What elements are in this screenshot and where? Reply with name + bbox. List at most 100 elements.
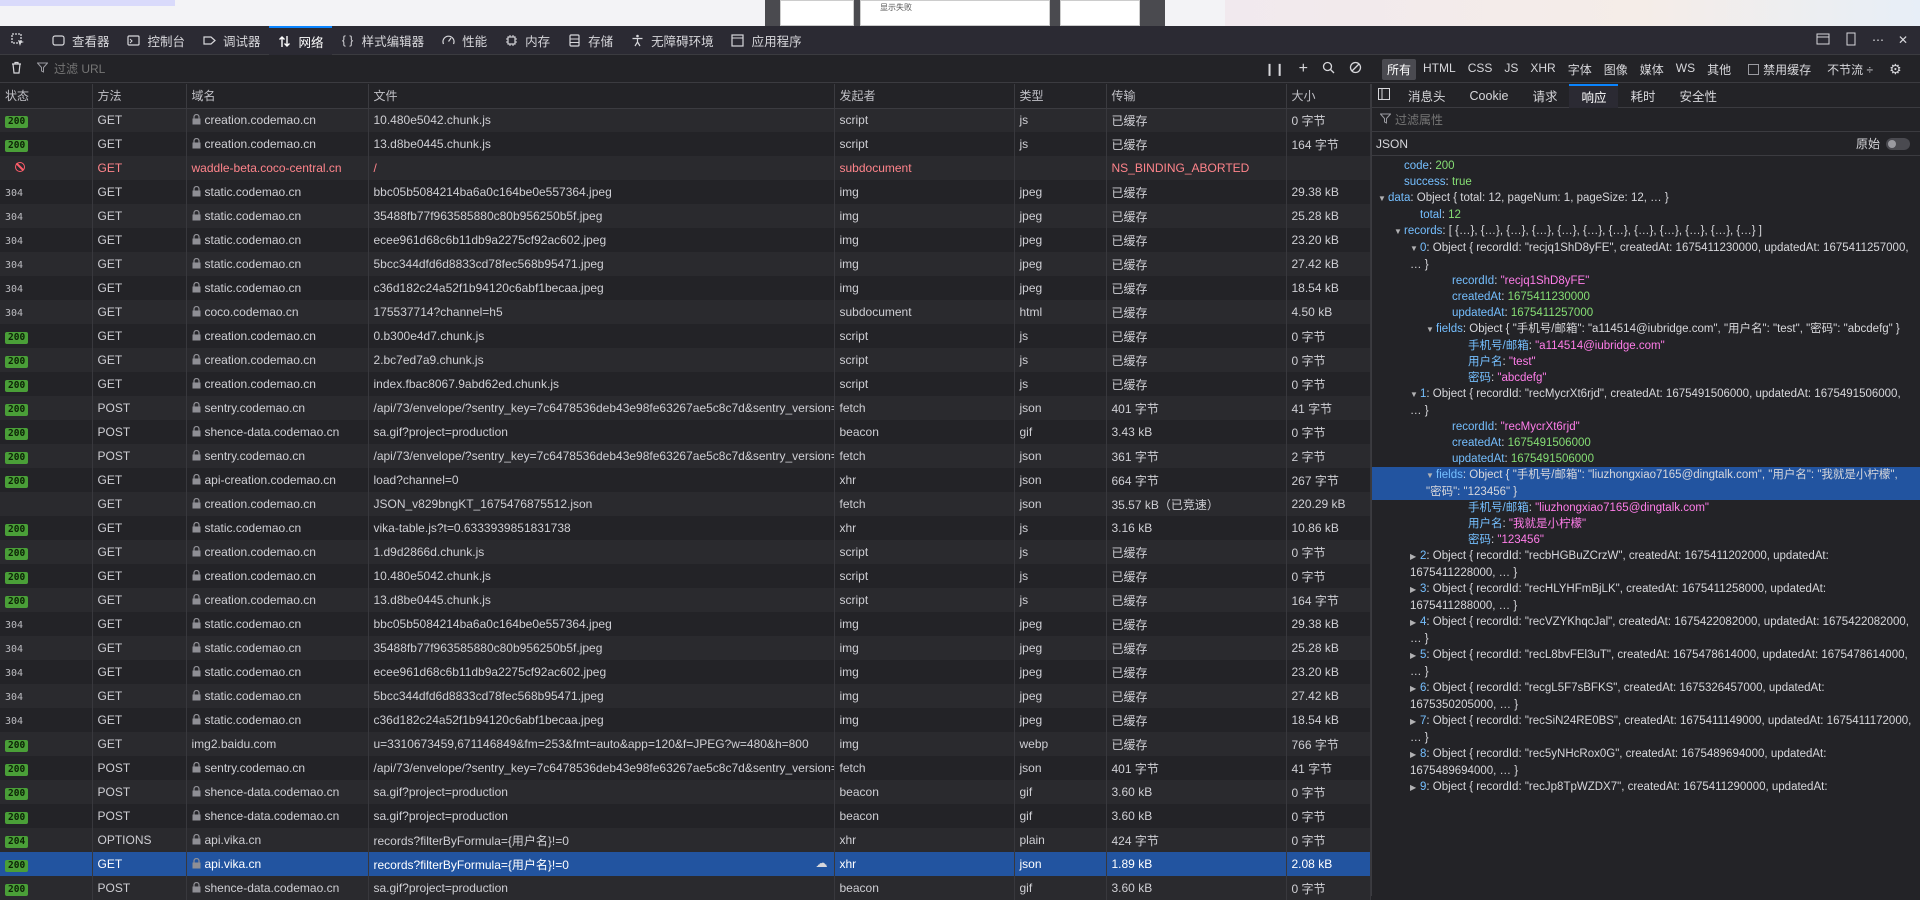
type-filter-button[interactable]: CSS (1463, 59, 1498, 80)
url-filter-input[interactable] (54, 62, 1254, 76)
column-header-transferred[interactable]: 传输 (1106, 84, 1287, 109)
expanded-arrow-icon[interactable]: ▼ (1394, 224, 1404, 240)
request-row[interactable]: 304 GET coco.codemao.cn 175537714?channel=h… (0, 300, 1371, 324)
request-row[interactable]: 200 GET creation.codemao.cn index.fbac8067.… (0, 372, 1371, 396)
json-tree-node[interactable]: updatedAt: 1675411257000 (1372, 305, 1920, 321)
type-filter-button[interactable]: 其他 (1702, 59, 1736, 80)
detail-tab[interactable]: Cookie (1458, 84, 1521, 108)
json-tree-node[interactable]: ▶ 9: Object { recordId: "recJp8TpWZDX7", … (1372, 779, 1920, 796)
detail-tab[interactable]: 响应 (1569, 83, 1619, 108)
pause-icon[interactable]: ❙❙ (1265, 62, 1285, 76)
tab-debugger[interactable]: 调试器 (193, 26, 269, 55)
dock-icon[interactable] (1816, 32, 1830, 49)
json-tree-node[interactable]: ▶ 5: Object { recordId: "recL8bvFEl3uT", … (1372, 647, 1920, 680)
json-tree-node[interactable]: 密码: "abcdefg" (1372, 370, 1920, 386)
tab-storage[interactable]: 存储 (558, 26, 621, 55)
request-row[interactable]: GET waddle-beta.coco-central.cn / subdocume… (0, 156, 1371, 180)
collapsed-arrow-icon[interactable]: ▶ (1410, 648, 1420, 664)
settings-gear-icon[interactable]: ⚙ (1889, 61, 1902, 78)
expanded-arrow-icon[interactable]: ▼ (1378, 191, 1388, 207)
raw-toggle[interactable]: 原始 (1856, 135, 1920, 152)
json-tree-node[interactable]: createdAt: 1675411230000 (1372, 289, 1920, 305)
type-filter-button[interactable]: 所有 (1382, 58, 1417, 80)
json-tree-node[interactable]: ▶ 4: Object { recordId: "recVZYKhqcJal", … (1372, 614, 1920, 647)
request-row[interactable]: 200 POST shence-data.codemao.cn sa.gif?proj… (0, 804, 1371, 828)
collapsed-arrow-icon[interactable]: ▶ (1410, 681, 1420, 697)
json-tree-node[interactable]: ▶ 3: Object { recordId: "recHLYHFmBjLK", … (1372, 581, 1920, 614)
collapsed-arrow-icon[interactable]: ▶ (1410, 549, 1420, 565)
detail-tab[interactable]: 安全性 (1667, 84, 1729, 108)
type-filter-button[interactable]: WS (1671, 59, 1700, 80)
request-row[interactable]: GET creation.codemao.cn JSON_v829bngKT_167… (0, 492, 1371, 516)
request-row[interactable]: 304 GET static.codemao.cn c36d182c24a52f1b9… (0, 276, 1371, 300)
request-row[interactable]: 200 POST sentry.codemao.cn/api/73/envelope… (0, 396, 1371, 420)
request-row[interactable]: 304 GET static.codemao.cn 5bcc344dfd6d8833c… (0, 684, 1371, 708)
tab-console[interactable]: 控制台 (118, 26, 194, 55)
expanded-arrow-icon[interactable]: ▼ (1410, 241, 1420, 257)
json-tree-node[interactable]: ▶ 7: Object { recordId: "recSiN24RE0BS", … (1372, 713, 1920, 746)
add-icon[interactable]: + (1299, 60, 1308, 78)
clear-requests-icon[interactable] (10, 61, 23, 77)
type-filter-button[interactable]: 媒体 (1635, 59, 1669, 80)
request-row[interactable]: 304 GET static.codemao.cn bbc05b5084214ba6a… (0, 180, 1371, 204)
collapsed-arrow-icon[interactable]: ▶ (1410, 615, 1420, 631)
json-tree-node[interactable]: ▼ data: Object { total: 12, pageNum: 1, p… (1372, 190, 1920, 207)
pick-element-button[interactable] (0, 26, 42, 55)
request-row[interactable]: 200 GET static.codemao.cn vika-table.js?t=0… (0, 516, 1371, 540)
column-header-type[interactable]: 类型 (1014, 84, 1107, 109)
request-row[interactable]: 200 POST shence-data.codemao.cn sa.gif?proj… (0, 420, 1371, 444)
request-row[interactable]: 200 GET creation.codemao.cn 13.d8be0445.chu… (0, 132, 1371, 156)
request-row[interactable]: 304 GET static.codemao.cn c36d182c24a52f1b9… (0, 708, 1371, 732)
request-row[interactable]: 200 GET api-creation.codemao.cn load?channe… (0, 468, 1371, 492)
tab-accessibility[interactable]: 无障碍环境 (621, 26, 722, 55)
tab-application[interactable]: 应用程序 (722, 26, 810, 55)
request-row[interactable]: 304 GET static.codemao.cn 5bcc344dfd6d8833c… (0, 252, 1371, 276)
column-header-status[interactable]: 状态 (0, 84, 93, 109)
json-tree-node[interactable]: createdAt: 1675491506000 (1372, 435, 1920, 451)
tab-network[interactable]: 网络 (268, 25, 332, 55)
responsive-design-icon[interactable] (1844, 32, 1858, 49)
json-tree-node[interactable]: 用户名: "我就是小柠檬" (1372, 516, 1920, 532)
collapsed-arrow-icon[interactable]: ▶ (1410, 582, 1420, 598)
request-row[interactable]: 200 POST shence-data.codemao.cn sa.gif?proj… (0, 876, 1371, 900)
expanded-arrow-icon[interactable]: ▼ (1426, 322, 1436, 338)
json-tree-node[interactable]: code: 200 (1372, 158, 1920, 174)
column-header-file[interactable]: 文件 (368, 84, 835, 109)
request-row[interactable]: 200 GET creation.codemao.cn 2.bc7ed7a9.chun… (0, 348, 1371, 372)
json-tree-node[interactable]: ▼ 1: Object { recordId: "recMycrXt6rjd", … (1372, 386, 1920, 419)
json-tree-node[interactable]: 手机号/邮箱: "a114514@iubridge.com" (1372, 338, 1920, 354)
request-row[interactable]: 200 POST shence-data.codemao.cn sa.gif?proj… (0, 780, 1371, 804)
request-row[interactable]: 204 OPTIONS api.vika.cn records?filterByFor… (0, 828, 1371, 852)
json-tree-node[interactable]: 密码: "123456" (1372, 532, 1920, 548)
tab-performance[interactable]: 性能 (432, 26, 495, 55)
request-row[interactable]: 200 GET api.vika.cn records?filterByFormula… (0, 852, 1371, 876)
json-tree-node[interactable]: 用户名: "test" (1372, 354, 1920, 370)
request-row[interactable]: 200 GET creation.codemao.cn 1.d9d2866d.chun… (0, 540, 1371, 564)
json-tree-node[interactable]: recordId: "recjq1ShD8yFE" (1372, 273, 1920, 289)
json-tree-node[interactable]: ▼ 0: Object { recordId: "recjq1ShD8yFE", … (1372, 240, 1920, 273)
json-tree-node[interactable]: ▼ records: [ {…}, {…}, {…}, {…}, {…}, {…}… (1372, 223, 1920, 240)
tab-style-editor[interactable]: { } 样式编辑器 (332, 26, 433, 55)
type-filter-button[interactable]: XHR (1525, 59, 1560, 80)
request-row[interactable]: 200 GET creation.codemao.cn 10.480e5042.chu… (0, 564, 1371, 588)
property-filter-input[interactable] (1395, 112, 1550, 127)
request-row[interactable]: 304 GET static.codemao.cn 35488fb77f9635858… (0, 204, 1371, 228)
detail-tab[interactable]: 请求 (1520, 84, 1569, 108)
json-tree-node[interactable]: recordId: "recMycrXt6rjd" (1372, 419, 1920, 435)
request-row[interactable]: 200 GET creation.codemao.cn 10.480e5042.chu… (0, 108, 1371, 132)
type-filter-button[interactable]: JS (1499, 59, 1523, 80)
request-row[interactable]: 304 GET static.codemao.cn bbc05b5084214ba6a… (0, 612, 1371, 636)
column-header-method[interactable]: 方法 (92, 84, 187, 109)
collapsed-arrow-icon[interactable]: ▶ (1410, 780, 1420, 796)
request-row[interactable]: 200 POST sentry.codemao.cn/api/73/envelope… (0, 444, 1371, 468)
json-tree-node[interactable]: total: 12 (1372, 207, 1920, 223)
type-filter-button[interactable]: 图像 (1599, 59, 1633, 80)
request-row[interactable]: 200 GET creation.codemao.cn 13.d8be0445.chu… (0, 588, 1371, 612)
json-tree-node[interactable]: ▼ fields: Object { "手机号/邮箱": "a114514@iub… (1372, 321, 1920, 338)
request-row[interactable]: 304 GET static.codemao.cn 35488fb77f9635858… (0, 636, 1371, 660)
throttle-select[interactable]: 不节流 ÷ (1827, 61, 1873, 78)
disable-cache-checkbox[interactable]: 禁用缓存 (1748, 61, 1811, 78)
column-header-size[interactable]: 大小 (1286, 84, 1371, 109)
type-filter-button[interactable]: 字体 (1563, 59, 1597, 80)
expanded-arrow-icon[interactable]: ▼ (1410, 387, 1420, 403)
